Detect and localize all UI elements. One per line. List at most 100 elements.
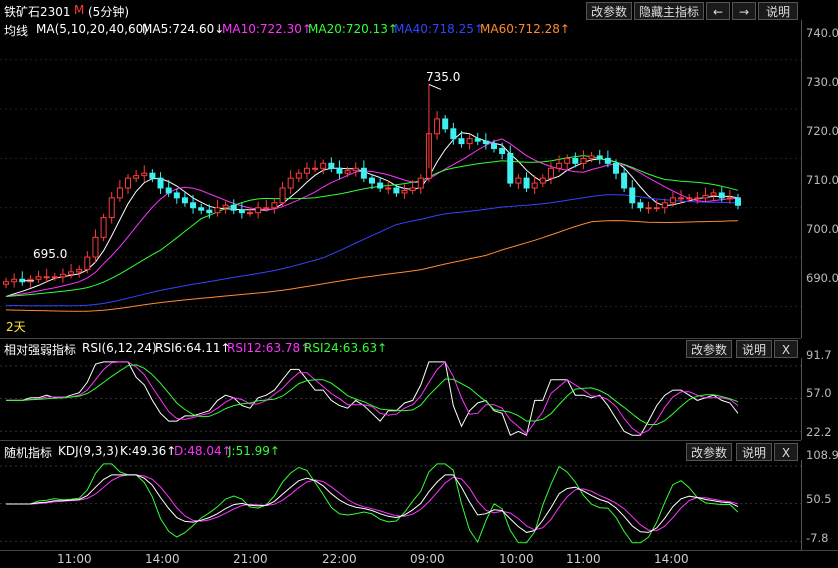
ytick: 57.0 [806,386,832,400]
candle-body [149,172,156,179]
rsi24-line [6,364,739,425]
candle-body [718,192,725,199]
candle-body [51,276,58,279]
candle-body [661,202,668,209]
candle-body [450,128,457,140]
candle-body [474,138,481,142]
ma10-line [5,138,739,297]
candle-body [247,212,253,215]
ytick: 740.0 [806,26,838,40]
candle-body [637,202,644,209]
ytick: 720.0 [806,124,838,138]
candle-body [271,202,278,209]
candle-body [645,207,652,210]
ytick: 91.7 [806,348,832,362]
xtick: 11:00 [566,552,601,566]
candle-body [678,197,685,200]
xtick: 10:00 [499,552,534,566]
candle-body [141,172,148,177]
candle-body [157,177,164,189]
d-line [6,474,739,532]
candle-body [702,194,709,199]
candle-body [43,276,50,279]
candle-body [352,167,359,172]
candle-body [344,170,351,174]
candle-body [417,177,424,189]
candle-body [572,157,579,164]
candle-body [393,187,400,194]
candle-body [295,172,302,179]
candle-body [523,177,530,189]
rsi12-line [6,361,739,435]
candle-body [458,138,465,145]
candle-body [539,177,546,184]
xtick: 21:00 [233,552,268,566]
candle-body [263,207,270,210]
candle-body [108,197,115,219]
candle-body [59,273,66,278]
candle-body [629,187,636,204]
xtick: 09:00 [410,552,445,566]
candle-body [596,155,603,159]
candle-body [710,192,717,196]
candle-body [531,182,538,189]
candle-body [222,204,229,209]
candle-body [369,177,375,184]
rsi-y-axis: 91.7 57.0 22.2 [801,348,838,440]
candle-body [125,177,131,189]
candle-body [336,167,343,174]
candle-body [76,268,83,273]
candle-body [491,143,497,150]
candle-body [588,155,595,159]
xtick: 22:00 [322,552,357,566]
candle-body [165,187,172,194]
candle-body [385,187,392,190]
candle-body [401,189,408,194]
ytick: 22.2 [806,425,832,439]
candle-body [377,182,384,189]
ytick: -7.8 [806,531,829,545]
candle-body [466,138,473,145]
candle-body [35,276,42,280]
candle-body [279,187,286,204]
candle-body [580,157,587,164]
candle-body [92,236,99,258]
candle-body [409,187,416,191]
candle-body [360,167,367,179]
xtick: 14:00 [654,552,689,566]
candle-body [499,148,506,154]
candle-body [735,197,741,206]
candle-body [230,204,237,211]
candle-body [68,271,75,275]
candle-body [214,207,221,214]
candle-body [133,175,140,179]
candle-body [190,202,197,209]
ytick: 730.0 [806,75,838,89]
candle-body [547,167,554,179]
candle-body [303,167,310,174]
xtick: 11:00 [57,552,92,566]
candle-body [198,207,205,211]
candlestick-chart [0,59,801,312]
main-y-axis: 740.0 730.0 720.0 710.0 700.0 690.0 [801,20,838,338]
candle-body [564,157,571,164]
candle-body [255,207,262,214]
ytick: 108.9 [806,448,838,462]
ma60-line [5,220,739,312]
ytick: 710.0 [806,173,838,187]
candle-body [100,217,107,238]
candle-body [507,152,514,184]
candle-body [694,197,701,200]
days-label: 2天 [6,320,26,334]
ytick: 50.5 [806,492,832,506]
candle-body [84,256,91,270]
ytick: 690.0 [806,271,838,285]
candle-body [653,207,660,210]
kdj-y-axis: 108.9 50.5 -7.8 [801,448,838,550]
candle-body [287,177,294,189]
candle-body [482,140,489,145]
candle-body [181,197,188,204]
ma5-line [5,132,739,297]
candle-body [238,209,245,214]
candle-body [3,281,9,285]
